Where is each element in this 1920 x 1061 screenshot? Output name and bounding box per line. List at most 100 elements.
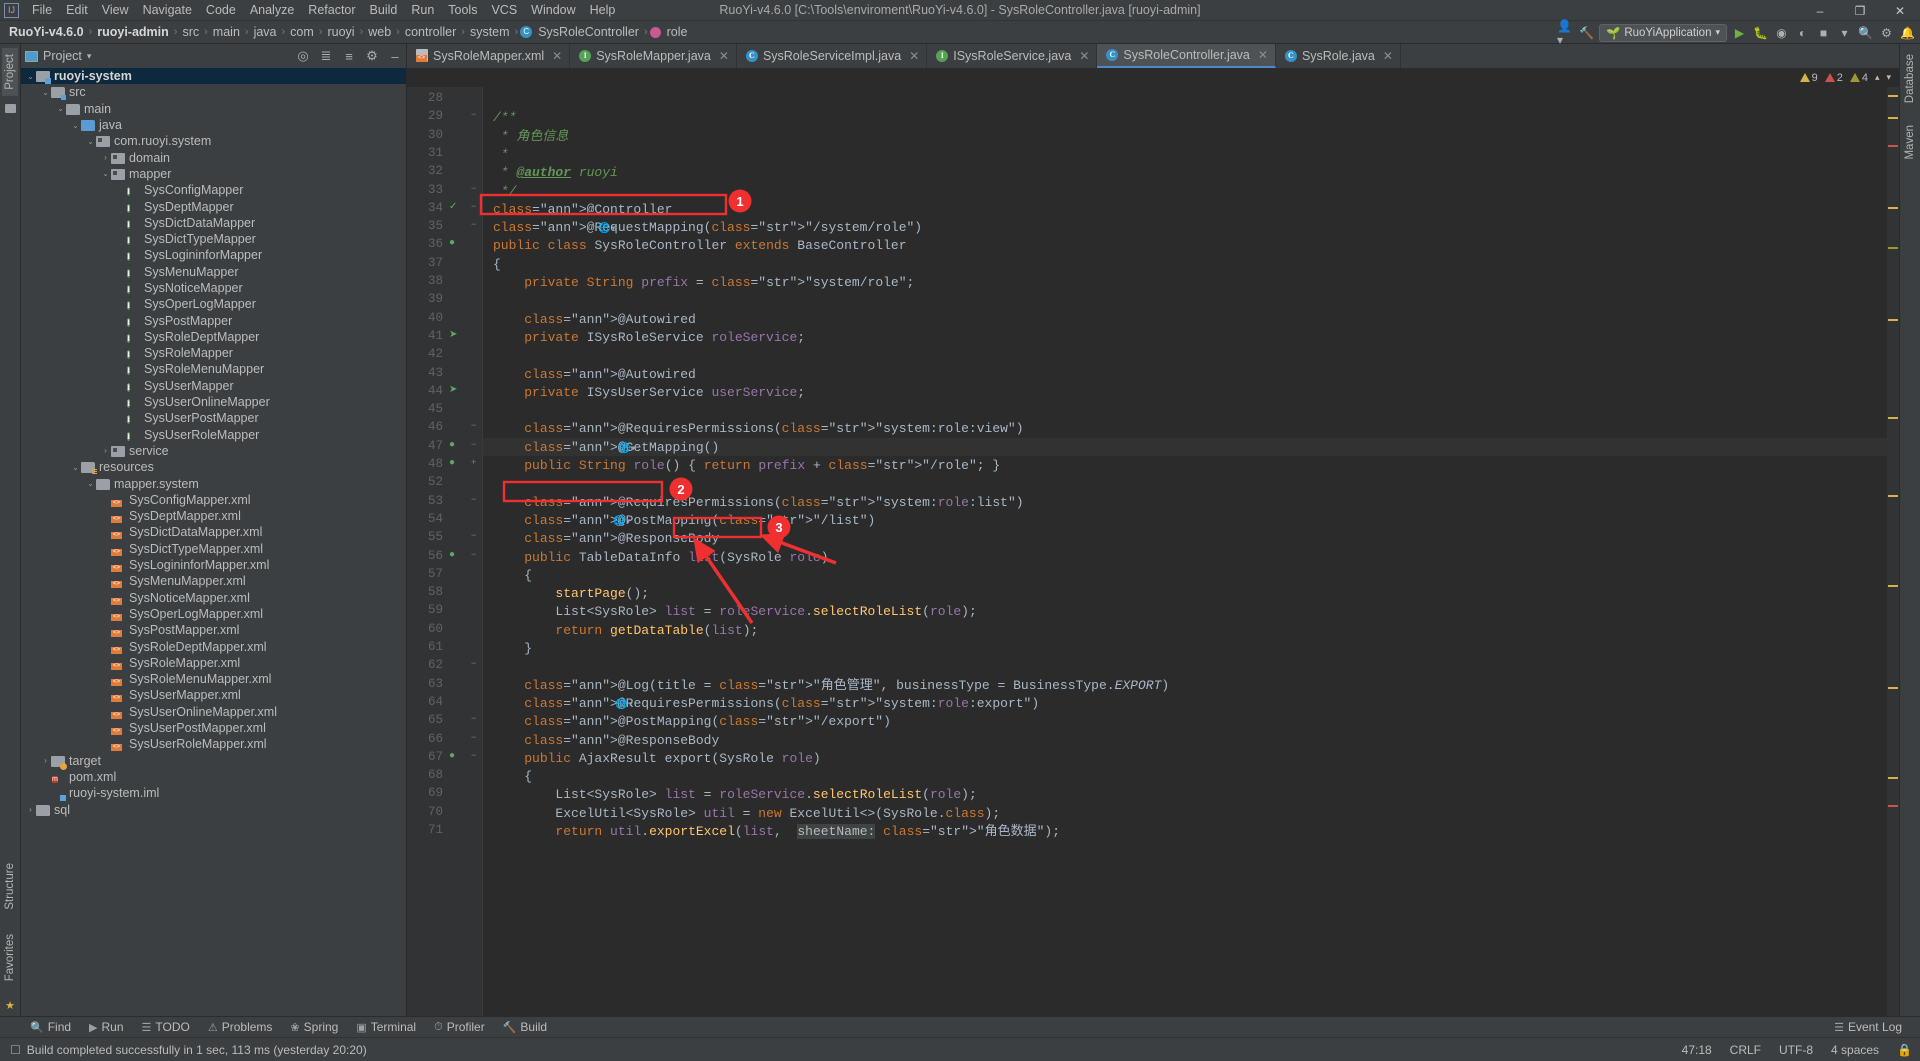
error-stripe-mark[interactable] [1888, 95, 1898, 97]
tree-node-syspostmapper-xml[interactable]: SysPostMapper.xml [21, 622, 406, 638]
code-line[interactable]: class="ann">@RequestMapping(class="str">… [493, 219, 922, 237]
chevron-down-icon[interactable]: ▾ [87, 51, 92, 62]
tree-node-syslogininformapper[interactable]: I SysLogininforMapper [21, 247, 406, 263]
tree-node-sysdicttypemapper-xml[interactable]: SysDictTypeMapper.xml [21, 541, 406, 557]
tool-window-button-build[interactable]: 🔨 Build [495, 1018, 555, 1036]
code-line[interactable]: class="ann">@Autowired [493, 311, 696, 329]
breadcrumb-web[interactable]: web [365, 25, 394, 39]
tree-node-java[interactable]: ⌄ java [21, 117, 406, 133]
code-fold-toggle[interactable]: − [471, 713, 476, 723]
editor-gutter[interactable]: 28 29 30 31 32 33 34 35 36 37 38 39 40 41 42 43 44 45 46 47… [407, 87, 469, 1016]
code-editor[interactable]: 28 29 30 31 32 33 34 35 36 37 38 39 40 41 42 43 44 45 46 47… [407, 87, 1899, 1016]
menu-edit[interactable]: Edit [59, 1, 95, 19]
tree-node-sysuseronlinemapper-xml[interactable]: SysUserOnlineMapper.xml [21, 704, 406, 720]
gutter-marker-icon[interactable]: ● [449, 549, 463, 563]
menu-run[interactable]: Run [404, 1, 441, 19]
tree-node-syspostmapper[interactable]: I SysPostMapper [21, 312, 406, 328]
tool-window-button-run[interactable]: ▶ Run [81, 1018, 131, 1036]
code-fold-toggle[interactable]: − [471, 494, 476, 504]
scroll-from-source-icon[interactable]: ◎ [296, 48, 310, 64]
maximize-button[interactable]: ❐ [1840, 0, 1880, 21]
breadcrumb-system[interactable]: system [467, 25, 513, 39]
chevron-right-icon[interactable]: › [100, 153, 111, 162]
code-fold-toggle[interactable]: − [471, 219, 476, 229]
tree-node-sysdeptmapper[interactable]: I SysDeptMapper [21, 198, 406, 214]
menu-file[interactable]: File [25, 1, 59, 19]
code-line[interactable]: private ISysRoleService roleService; [493, 329, 805, 347]
profile-button[interactable]: ◐ [1794, 24, 1811, 42]
web-mapping-icon[interactable]: 🌐▾ [615, 697, 633, 715]
tree-node-sysconfigmapper-xml[interactable]: SysConfigMapper.xml [21, 492, 406, 508]
code-line[interactable]: private String prefix = class="str">"sys… [493, 274, 914, 292]
close-icon[interactable]: ✕ [909, 49, 919, 63]
code-line[interactable]: return util.exportExcel(list, sheetName:… [493, 823, 1060, 841]
error-stripe-mark[interactable] [1888, 117, 1898, 119]
code-line[interactable]: class="ann">@PostMapping(class="str">"/e… [493, 713, 891, 731]
web-mapping-icon[interactable]: 🌐▾ [618, 441, 636, 459]
menu-help[interactable]: Help [583, 1, 623, 19]
tool-window-button-todo[interactable]: ☰ TODO [134, 1018, 198, 1036]
breadcrumb-module[interactable]: ruoyi-admin [94, 25, 172, 39]
tool-window-button-terminal[interactable]: ▣ Terminal [348, 1018, 424, 1036]
code-line[interactable]: */ [493, 183, 517, 201]
tree-node-sysuserrolemapper-xml[interactable]: SysUserRoleMapper.xml [21, 736, 406, 752]
menu-refactor[interactable]: Refactor [301, 1, 362, 19]
tree-node-sysconfigmapper[interactable]: I SysConfigMapper [21, 182, 406, 198]
line-separator[interactable]: CRLF [1730, 1043, 1761, 1057]
code-line[interactable]: * @author ruoyi [493, 164, 618, 182]
tool-window-button-problems[interactable]: ⚠ Problems [200, 1018, 281, 1036]
fold-column[interactable]: − − − − − − + − − − − − − − [469, 87, 483, 1016]
tree-node-sysmenumapper-xml[interactable]: SysMenuMapper.xml [21, 573, 406, 589]
notifications-icon[interactable]: 🔔 [1899, 24, 1916, 42]
close-icon[interactable]: ✕ [1383, 49, 1393, 63]
code-line[interactable]: class="ann">@Autowired [493, 366, 696, 384]
tree-node-sysroledeptmapper-xml[interactable]: SysRoleDeptMapper.xml [21, 638, 406, 654]
breadcrumb-class[interactable]: SysRoleController [535, 25, 642, 39]
breadcrumb-main[interactable]: main [210, 25, 243, 39]
weak-warning-count[interactable]: 4 [1849, 72, 1868, 84]
lock-icon[interactable]: 🔒 [1897, 1043, 1912, 1057]
minimize-button[interactable]: – [1800, 0, 1840, 21]
error-stripe-mark[interactable] [1888, 687, 1898, 689]
menu-view[interactable]: View [95, 1, 136, 19]
error-stripe-mark[interactable] [1888, 145, 1898, 147]
tree-node-sysnoticemapper[interactable]: I SysNoticeMapper [21, 280, 406, 296]
chevron-right-icon[interactable]: › [40, 756, 51, 765]
code-text[interactable]: /** * 角色信息 * * @author ruoyi */class="an… [483, 87, 1887, 1016]
code-line[interactable]: class="ann">@RequiresPermissions(class="… [493, 420, 1023, 438]
code-line[interactable]: { [493, 567, 532, 585]
code-line[interactable]: ExcelUtil<SysRole> util = new ExcelUtil<… [493, 805, 1000, 823]
indent-setting[interactable]: 4 spaces [1831, 1043, 1879, 1057]
tree-node-sysusermapper-xml[interactable]: SysUserMapper.xml [21, 687, 406, 703]
tool-window-button-find[interactable]: 🔍 Find [22, 1018, 79, 1036]
code-line[interactable]: private ISysUserService userService; [493, 384, 805, 402]
tree-node-sysrolemapper-xml[interactable]: SysRoleMapper.xml [21, 655, 406, 671]
chevron-down-icon[interactable]: ⌄ [25, 72, 36, 81]
code-line[interactable]: public TableDataInfo list(SysRole role) [493, 549, 828, 567]
code-line[interactable]: return getDataTable(list); [493, 622, 758, 640]
breadcrumb-project[interactable]: RuoYi-v4.6.0 [6, 25, 87, 39]
tree-node-sysusermapper[interactable]: I SysUserMapper [21, 378, 406, 394]
project-tree[interactable]: ⌄ ruoyi-system ⌄ src ⌄ main ⌄ java ⌄ com.ruoyi.sy… [21, 68, 406, 1016]
menu-navigate[interactable]: Navigate [136, 1, 199, 19]
code-fold-toggle[interactable]: − [471, 530, 476, 540]
code-fold-toggle[interactable]: − [471, 549, 476, 559]
next-problem-icon[interactable]: ▾ [1886, 72, 1891, 83]
menu-code[interactable]: Code [199, 1, 243, 19]
more-toolbar-icon[interactable]: ▾ [1836, 24, 1853, 42]
tool-window-button-profiler[interactable]: ⏱ Profiler [426, 1018, 493, 1036]
code-fold-toggle[interactable]: − [471, 201, 476, 211]
code-line[interactable]: class="ann">@RequiresPermissions(class="… [493, 695, 1039, 713]
tree-node-sysdicttypemapper[interactable]: I SysDictTypeMapper [21, 231, 406, 247]
web-mapping-icon[interactable]: 🌐▾ [613, 514, 631, 532]
gutter-marker-icon[interactable]: ● [449, 237, 463, 251]
expand-all-icon[interactable]: ≡ [342, 49, 356, 64]
gutter-marker-icon[interactable]: ● [449, 439, 463, 453]
code-line[interactable]: { [493, 768, 532, 786]
code-line[interactable]: List<SysRole> list = roleService.selectR… [493, 603, 976, 621]
prev-problem-icon[interactable]: ▴ [1875, 72, 1880, 83]
sidebar-tab-structure[interactable]: Structure [2, 857, 18, 916]
error-stripe-mark[interactable] [1888, 585, 1898, 587]
close-icon[interactable]: ✕ [719, 49, 729, 63]
chevron-down-icon[interactable]: ⌄ [85, 479, 96, 488]
